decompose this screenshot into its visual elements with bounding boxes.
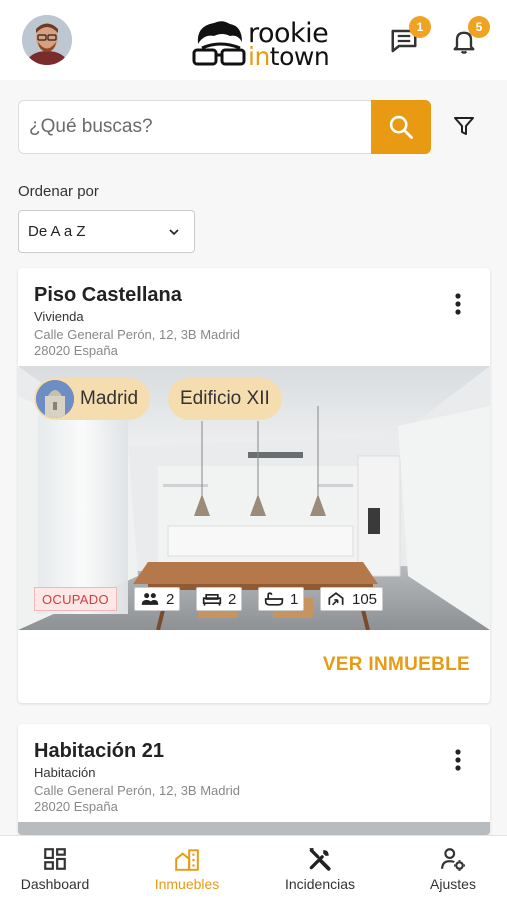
- rookie-intown-logo: rookie intown: [192, 18, 342, 71]
- nav-ajustes[interactable]: Ajustes: [414, 836, 492, 900]
- property-address: Calle General Perón, 12, 3B Madrid: [34, 327, 240, 342]
- property-address: Calle General Perón, 12, 3B Madrid: [34, 783, 240, 798]
- view-property-button[interactable]: VER INMUEBLE: [323, 654, 470, 676]
- tools-icon: [309, 847, 331, 871]
- nav-inmuebles[interactable]: Inmuebles: [148, 836, 226, 900]
- area-icon: [328, 592, 344, 606]
- beds-feature: 2: [196, 587, 243, 611]
- user-avatar[interactable]: [22, 15, 72, 65]
- property-type: Habitación: [34, 765, 96, 780]
- status-badge: OCUPADO: [34, 587, 117, 611]
- messages-button[interactable]: 1: [389, 16, 431, 60]
- user-settings-icon: [441, 847, 465, 871]
- beds-count: 2: [228, 590, 237, 608]
- more-vertical-icon[interactable]: [454, 292, 462, 316]
- property-title: Habitación 21: [34, 740, 165, 762]
- sort-selected-value: De A a Z: [28, 223, 86, 240]
- filter-icon: [454, 117, 474, 135]
- building-chip-label: Edificio XII: [180, 388, 270, 409]
- notifications-count-badge: 5: [468, 16, 490, 38]
- property-photo[interactable]: [18, 822, 490, 835]
- property-title: Piso Castellana: [34, 284, 182, 306]
- notifications-button[interactable]: 5: [450, 16, 490, 60]
- nav-incidencias[interactable]: Incidencias: [280, 836, 360, 900]
- baths-feature: 1: [258, 587, 305, 611]
- search-bar: [18, 100, 431, 154]
- nav-ajustes-label: Ajustes: [430, 875, 476, 892]
- nav-dashboard-label: Dashboard: [20, 875, 90, 892]
- city-chip[interactable]: Madrid: [34, 378, 151, 420]
- bathtub-icon: [264, 592, 284, 606]
- messages-count-badge: 1: [409, 16, 431, 38]
- guests-feature: 2: [134, 587, 181, 611]
- building-chip[interactable]: Edificio XII: [168, 378, 282, 420]
- sort-select[interactable]: De A a Z: [18, 210, 195, 253]
- filter-button[interactable]: [448, 110, 480, 142]
- baths-count: 1: [290, 590, 299, 608]
- property-photo[interactable]: Madrid Edificio XII OCUPADO 2 2 1 105: [18, 366, 490, 630]
- nav-incidencias-label: Incidencias: [284, 875, 356, 892]
- city-chip-label: Madrid: [80, 388, 139, 409]
- logo-face-icon: [192, 21, 246, 66]
- app-header: rookie intown 1 5: [0, 0, 507, 80]
- more-vertical-icon[interactable]: [454, 748, 462, 772]
- nav-dashboard[interactable]: Dashboard: [16, 836, 94, 900]
- nav-inmuebles-label: Inmuebles: [154, 875, 220, 892]
- search-input[interactable]: [19, 101, 373, 153]
- property-card: Piso Castellana Vivienda Calle General P…: [18, 268, 490, 703]
- building-icon: [175, 848, 199, 871]
- chevron-down-icon: [169, 229, 179, 236]
- property-card: Habitación 21 Habitación Calle General P…: [18, 724, 490, 835]
- sort-label: Ordenar por: [18, 183, 99, 200]
- people-icon: [141, 593, 159, 605]
- bed-icon: [202, 594, 222, 606]
- dashboard-icon: [44, 847, 66, 870]
- search-icon: [389, 115, 413, 139]
- bottom-navigation: Dashboard Inmuebles Incidencias Ajustes: [0, 835, 507, 900]
- area-value: 105: [352, 590, 378, 608]
- search-button[interactable]: [371, 100, 431, 154]
- guests-count: 2: [166, 590, 175, 608]
- property-postal: 28020 España: [34, 799, 118, 814]
- logo-word-intown: intown: [248, 42, 330, 71]
- area-feature: 105: [320, 587, 384, 611]
- city-thumbnail: [36, 380, 74, 418]
- property-type: Vivienda: [34, 309, 84, 324]
- property-postal: 28020 España: [34, 343, 118, 358]
